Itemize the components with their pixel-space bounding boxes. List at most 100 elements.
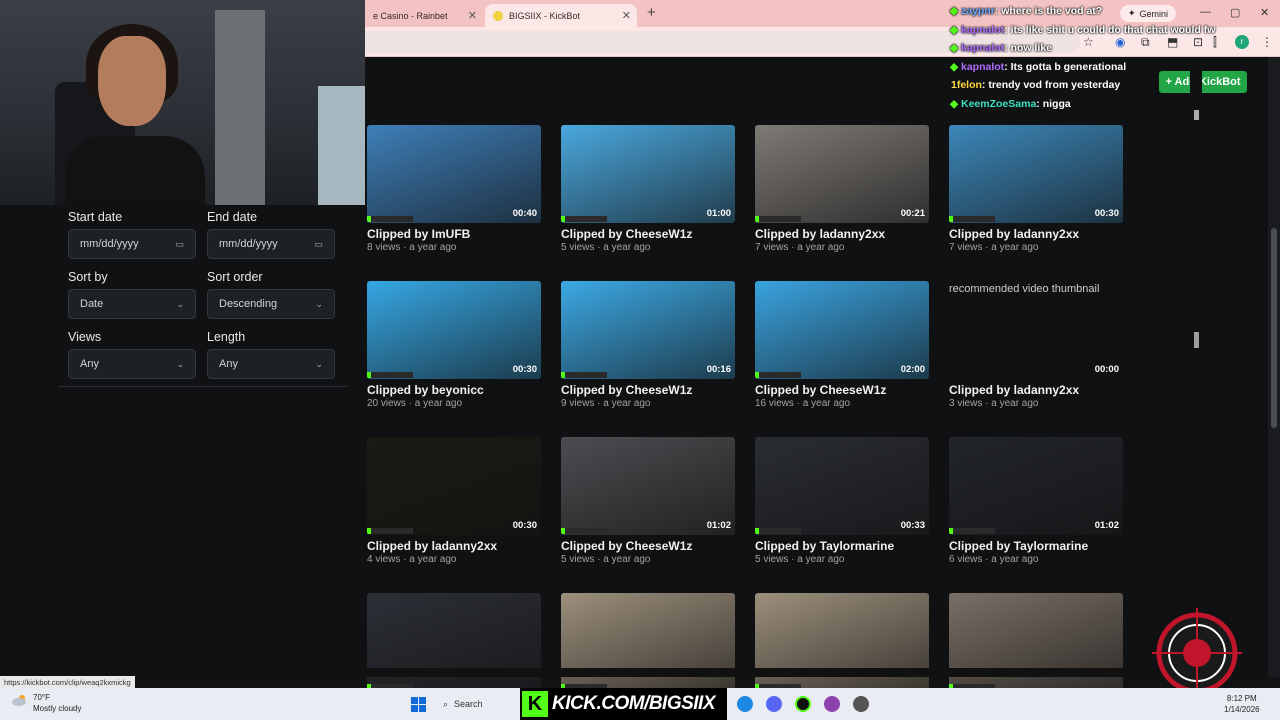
clip-card[interactable]: 00:30 Clipped by ladanny2xx 4 views · a ye… bbox=[367, 437, 541, 577]
gemini-button[interactable]: ✦ Gemini bbox=[1120, 5, 1177, 22]
search-icon: ⌕ bbox=[443, 698, 449, 709]
clip-thumbnail[interactable]: 00:40 bbox=[367, 125, 541, 223]
clip-thumbnail[interactable]: 01:02 bbox=[949, 437, 1123, 535]
clip-card[interactable]: 02:00 Clipped by CheeseW1z 16 views · a ye… bbox=[755, 281, 929, 421]
menu-icon[interactable]: ⋮ bbox=[1261, 35, 1273, 49]
calendar-icon[interactable]: ▭ bbox=[314, 239, 323, 250]
clip-card[interactable]: 01:00 Clipped by CheeseW1z 5 views · a yea… bbox=[561, 125, 735, 265]
clip-title[interactable]: Clipped by ladanny2xx bbox=[949, 383, 1079, 397]
chat-username[interactable]: kapnalot bbox=[961, 42, 1004, 54]
clip-title[interactable]: Clipped by Taylormarine bbox=[755, 539, 894, 553]
chat-username[interactable]: kapnalot bbox=[961, 24, 1004, 36]
bookmark-star-icon[interactable]: ☆ bbox=[1083, 35, 1094, 49]
clip-title[interactable]: Clipped by CheeseW1z bbox=[755, 383, 886, 397]
end-date-input[interactable]: mm/dd/yyyy ▭ bbox=[207, 229, 335, 259]
settings-icon[interactable] bbox=[853, 696, 869, 712]
chat-username[interactable]: 1felon bbox=[951, 79, 982, 91]
clip-thumbnail[interactable]: 01:02 bbox=[561, 437, 735, 535]
webcam-person-shirt bbox=[65, 136, 205, 205]
views-select[interactable]: Any ⌄ bbox=[68, 349, 196, 379]
scroll-up-arrow[interactable] bbox=[1194, 110, 1199, 120]
windows-start-icon[interactable] bbox=[411, 697, 426, 712]
clip-thumbnail[interactable]: 00:30 bbox=[367, 437, 541, 535]
weather-widget[interactable]: 70°F Mostly cloudy bbox=[12, 692, 81, 714]
clip-card[interactable]: 00:21 Clipped by ladanny2xx 7 views · a ye… bbox=[755, 125, 929, 265]
clip-meta: 8 views · a year ago bbox=[367, 242, 457, 253]
views-label: Views bbox=[68, 330, 102, 344]
clip-title[interactable]: Clipped by CheeseW1z bbox=[561, 539, 692, 553]
start-date-input[interactable]: mm/dd/yyyy ▭ bbox=[68, 229, 196, 259]
clip-card[interactable]: 00:16 Clipped by CheeseW1z 9 views · a yea… bbox=[561, 281, 735, 421]
discord-icon[interactable] bbox=[766, 696, 782, 712]
tab-kickbot[interactable]: BIGSIIX - KickBot ✕ bbox=[485, 4, 637, 27]
clip-card[interactable]: recommended video thumbnail 00:00 Clipped … bbox=[949, 281, 1123, 421]
clip-card[interactable]: 00:30 Clipped by beyonicc 20 views · a yea… bbox=[367, 281, 541, 421]
sidebar-icon[interactable]: ⫿ bbox=[1213, 35, 1217, 50]
clip-title[interactable]: Clipped by ladanny2xx bbox=[949, 227, 1079, 241]
system-clock[interactable]: 8:12 PM 1/14/2026 bbox=[1224, 693, 1260, 715]
minimize-button[interactable]: — bbox=[1200, 6, 1211, 18]
taskbar-search[interactable]: ⌕ Search bbox=[437, 693, 517, 715]
clip-meta: 3 views · a year ago bbox=[949, 398, 1039, 409]
screenshot-icon[interactable]: ⊡ bbox=[1193, 35, 1203, 49]
clip-card[interactable]: 00:40 Clipped by ImUFB 8 views · a year ag… bbox=[367, 125, 541, 265]
extensions-icon[interactable]: ⧉ bbox=[1141, 35, 1150, 50]
kick-banner-text: KICK.COM/BIGSIIX bbox=[552, 693, 716, 714]
page-scroll-thumb[interactable] bbox=[1271, 228, 1277, 428]
edge-icon[interactable] bbox=[737, 696, 753, 712]
gemini-icon: ✦ bbox=[1128, 8, 1136, 18]
kick-watermark bbox=[755, 216, 801, 222]
clock-time: 8:12 PM bbox=[1226, 694, 1257, 703]
sort-order-select[interactable]: Descending ⌄ bbox=[207, 289, 335, 319]
horizontal-scrollbar[interactable] bbox=[365, 668, 1268, 677]
obs-icon[interactable] bbox=[795, 696, 811, 712]
clip-title[interactable]: Clipped by ladanny2xx bbox=[367, 539, 497, 553]
clip-card[interactable]: 00:30 Clipped by ladanny2xx 7 views · a ye… bbox=[949, 125, 1123, 265]
media-icon[interactable]: ◉ bbox=[1115, 35, 1125, 49]
clip-thumbnail[interactable]: 01:00 bbox=[561, 125, 735, 223]
clip-thumbnail[interactable]: 00:21 bbox=[755, 125, 929, 223]
downloads-icon[interactable]: ⬒ bbox=[1167, 35, 1178, 49]
clip-duration: 00:40 bbox=[512, 208, 537, 219]
profile-avatar[interactable]: r bbox=[1235, 35, 1249, 49]
calendar-icon[interactable]: ▭ bbox=[175, 239, 184, 250]
clip-thumbnail[interactable]: 00:33 bbox=[755, 437, 929, 535]
sort-by-select[interactable]: Date ⌄ bbox=[68, 289, 196, 319]
chevron-down-icon: ⌄ bbox=[315, 358, 323, 369]
clip-card[interactable]: 01:02 Clipped by CheeseW1z 5 views · a yea… bbox=[561, 437, 735, 577]
clip-card[interactable]: 00:33 Clipped by Taylormarine 5 views · a … bbox=[755, 437, 929, 577]
clip-thumbnail[interactable]: 00:30 bbox=[949, 125, 1123, 223]
chat-badge-icon: ◆ bbox=[950, 5, 961, 17]
clip-title[interactable]: Clipped by ladanny2xx bbox=[755, 227, 885, 241]
clip-thumbnail[interactable]: 02:00 bbox=[755, 281, 929, 379]
app-icon[interactable] bbox=[824, 696, 840, 712]
close-tab-icon[interactable]: ✕ bbox=[622, 9, 631, 22]
add-kickbot-button[interactable]: + Add KickBot bbox=[1159, 71, 1247, 93]
clip-meta: 5 views · a year ago bbox=[755, 554, 845, 565]
chat-username[interactable]: KeemZoeSama bbox=[961, 98, 1036, 110]
clip-duration: 00:33 bbox=[900, 520, 925, 531]
grid-scroll-thumb[interactable] bbox=[1194, 332, 1199, 348]
chat-username[interactable]: zaypnr bbox=[961, 5, 995, 17]
close-tab-icon[interactable]: ✕ bbox=[468, 9, 477, 22]
tab-rainbet[interactable]: e Casino - Rainbet ✕ bbox=[365, 4, 483, 27]
new-tab-button[interactable]: + bbox=[647, 4, 656, 21]
clip-title[interactable]: Clipped by beyonicc bbox=[367, 383, 484, 397]
clip-title[interactable]: Clipped by Taylormarine bbox=[949, 539, 1088, 553]
broken-image-alt: recommended video thumbnail bbox=[949, 283, 1100, 295]
clip-thumbnail[interactable]: 00:30 bbox=[367, 281, 541, 379]
chat-message: ◆ kapnalot: Its gotta b generational bbox=[950, 61, 1126, 73]
clip-thumbnail[interactable]: recommended video thumbnail 00:00 bbox=[949, 281, 1123, 379]
clip-title[interactable]: Clipped by ImUFB bbox=[367, 227, 470, 241]
length-select[interactable]: Any ⌄ bbox=[207, 349, 335, 379]
maximize-button[interactable]: ▢ bbox=[1230, 6, 1240, 19]
clip-thumbnail[interactable]: 00:16 bbox=[561, 281, 735, 379]
length-value: Any bbox=[219, 358, 238, 370]
chat-username[interactable]: kapnalot bbox=[961, 61, 1004, 73]
close-window-button[interactable]: ✕ bbox=[1260, 6, 1269, 19]
gemini-label: Gemini bbox=[1139, 8, 1169, 19]
clip-title[interactable]: Clipped by CheeseW1z bbox=[561, 383, 692, 397]
clip-card[interactable]: 01:02 Clipped by Taylormarine 6 views · a … bbox=[949, 437, 1123, 577]
kick-watermark bbox=[367, 372, 413, 378]
clip-title[interactable]: Clipped by CheeseW1z bbox=[561, 227, 692, 241]
